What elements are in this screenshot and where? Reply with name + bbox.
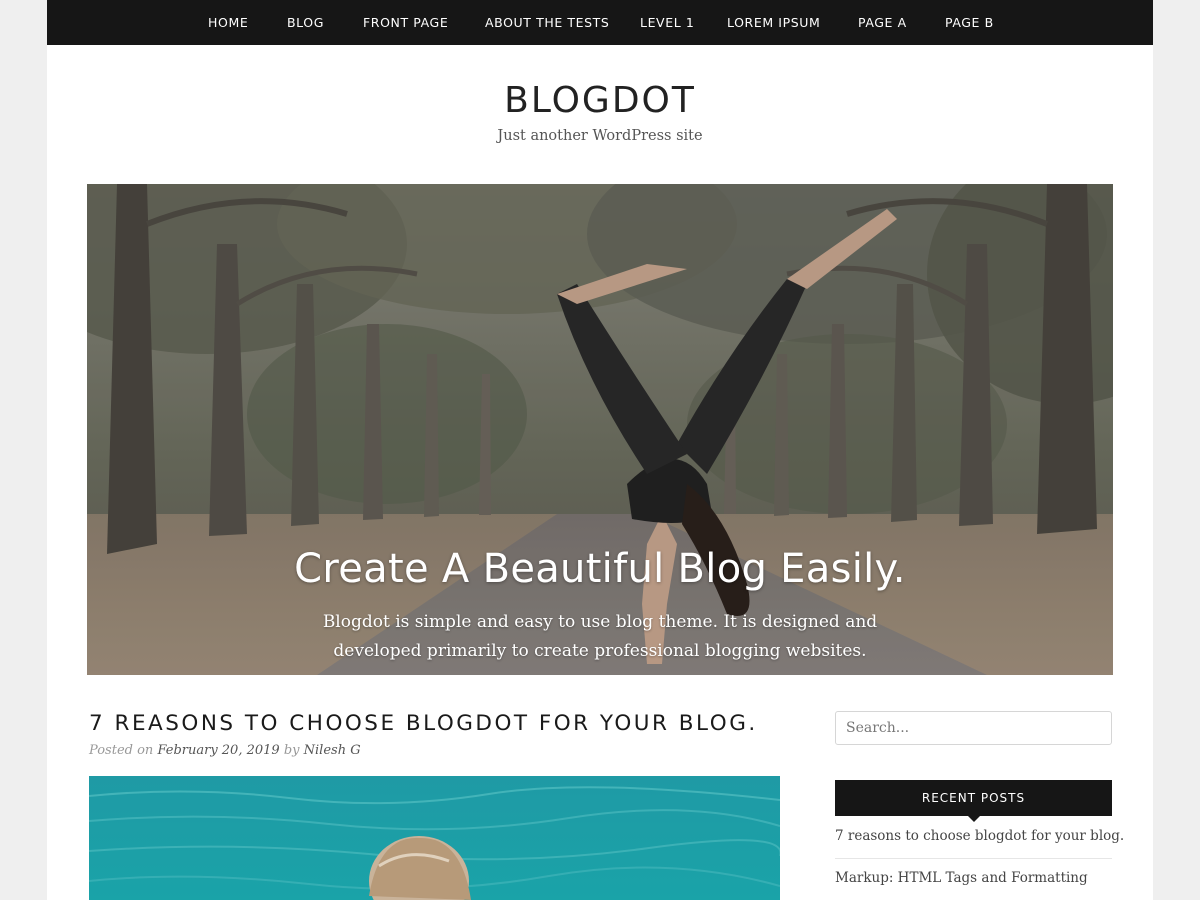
recent-post-link[interactable]: Markup: HTML Tags and Formatting [835, 870, 1112, 886]
nav-item-front-page[interactable]: FRONT PAGE [363, 0, 448, 45]
nav-item-lorem-ipsum[interactable]: LOREM IPSUM [727, 0, 820, 45]
post-image [89, 776, 780, 900]
nav-item-blog[interactable]: BLOG [287, 0, 324, 45]
nav-item-home[interactable]: HOME [208, 0, 248, 45]
hero-banner: Create A Beautiful Blog Easily. Blogdot … [87, 184, 1113, 675]
post-date-link[interactable]: February 20, 2019 [157, 743, 279, 758]
recent-post-divider [835, 858, 1112, 859]
post-title[interactable]: 7 REASONS TO CHOOSE BLOGDOT FOR YOUR BLO… [89, 711, 789, 736]
hero-image [87, 184, 1113, 675]
post-meta: Posted on February 20, 2019 by Nilesh G [89, 743, 361, 758]
recent-post-link[interactable]: 7 reasons to choose blogdot for your blo… [835, 828, 1124, 844]
page-container: HOME BLOG FRONT PAGE ABOUT THE TESTS LEV… [47, 0, 1153, 900]
post-featured-image[interactable] [89, 776, 780, 900]
site-title[interactable]: BLOGDOT [47, 80, 1153, 121]
top-navigation: HOME BLOG FRONT PAGE ABOUT THE TESTS LEV… [47, 0, 1153, 45]
posted-on-label: Posted on [89, 743, 154, 758]
nav-item-page-a[interactable]: PAGE A [858, 0, 907, 45]
nav-item-page-b[interactable]: PAGE B [945, 0, 994, 45]
post-author-link[interactable]: Nilesh G [304, 743, 361, 758]
nav-item-level-1[interactable]: LEVEL 1 [640, 0, 694, 45]
site-description: Just another WordPress site [497, 128, 703, 144]
nav-item-about-the-tests[interactable]: ABOUT THE TESTS [485, 0, 609, 45]
search-input[interactable] [835, 711, 1112, 745]
by-label: by [283, 743, 300, 758]
recent-posts-heading: RECENT POSTS [835, 780, 1112, 816]
heading-arrow [967, 815, 981, 822]
